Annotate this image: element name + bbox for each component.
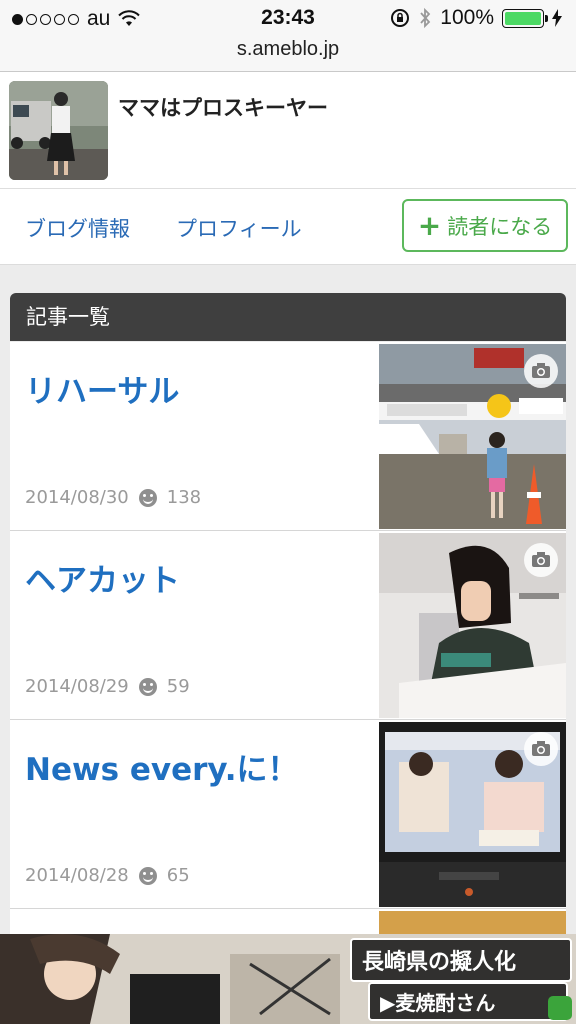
plus-icon: + bbox=[417, 208, 442, 242]
avatar-photo bbox=[9, 81, 108, 180]
ad-headline: 長崎県の擬人化 bbox=[350, 938, 572, 982]
status-bar: au 23:43 100% bbox=[0, 0, 576, 36]
camera-icon bbox=[524, 732, 558, 766]
follow-button-label: 読者になる bbox=[447, 214, 553, 239]
smile-icon bbox=[138, 866, 157, 885]
entry-thumbnail[interactable] bbox=[379, 722, 566, 907]
smile-icon bbox=[138, 488, 157, 507]
battery-percent: 100% bbox=[440, 6, 494, 29]
entry-thumbnail[interactable] bbox=[379, 533, 566, 718]
ad-subline: ▶麦焼酎さん bbox=[368, 982, 568, 1021]
entry-date: 2014/08/28 bbox=[25, 865, 129, 886]
entry-date: 2014/08/30 bbox=[25, 487, 129, 508]
entry-item[interactable]: ヘアカット 2014/08/29 59 bbox=[10, 531, 566, 720]
entry-title[interactable]: News every.に！ bbox=[25, 744, 299, 789]
blog-header: ママはプロスキーヤー bbox=[0, 72, 576, 189]
entry-date: 2014/08/29 bbox=[25, 676, 129, 697]
blog-nav: ブログ情報 プロフィール + 読者になる bbox=[0, 189, 576, 265]
blog-title[interactable]: ママはプロスキーヤー bbox=[118, 92, 328, 122]
blog-avatar[interactable] bbox=[9, 81, 108, 180]
blog-info-link[interactable]: ブログ情報 bbox=[25, 213, 130, 243]
battery-icon bbox=[502, 8, 548, 28]
entry-item[interactable]: News every.に！ 2014/08/28 65 bbox=[10, 720, 566, 909]
follow-button[interactable]: + 読者になる bbox=[402, 199, 568, 252]
smile-icon bbox=[138, 677, 157, 696]
entry-list-heading: 記事一覧 bbox=[10, 293, 566, 341]
entry-title[interactable]: ヘアカット bbox=[25, 555, 180, 600]
rotation-lock-icon bbox=[391, 9, 410, 27]
entry-meta: 2014/08/30 138 bbox=[25, 487, 201, 508]
url-text: s.ameblo.jp bbox=[236, 38, 340, 60]
entry-title[interactable]: リハーサル bbox=[25, 366, 179, 411]
ad-banner[interactable]: 長崎県の擬人化 ▶麦焼酎さん bbox=[0, 934, 576, 1024]
entry-thumbnail[interactable] bbox=[379, 344, 566, 529]
profile-link[interactable]: プロフィール bbox=[176, 213, 302, 243]
entry-item[interactable]: リハーサル 2014/08/30 138 bbox=[10, 342, 566, 531]
bluetooth-icon bbox=[420, 7, 431, 29]
entry-count: 59 bbox=[166, 676, 190, 697]
entry-count: 138 bbox=[166, 487, 202, 508]
entry-count: 65 bbox=[166, 865, 190, 886]
camera-icon bbox=[524, 543, 558, 577]
status-right: 100% bbox=[390, 6, 562, 30]
entry-meta: 2014/08/28 65 bbox=[25, 865, 190, 886]
camera-icon bbox=[524, 354, 558, 388]
charging-icon bbox=[552, 9, 562, 27]
clover-icon bbox=[548, 996, 572, 1020]
entry-meta: 2014/08/29 59 bbox=[25, 676, 190, 697]
address-bar[interactable]: s.ameblo.jp bbox=[0, 36, 576, 72]
